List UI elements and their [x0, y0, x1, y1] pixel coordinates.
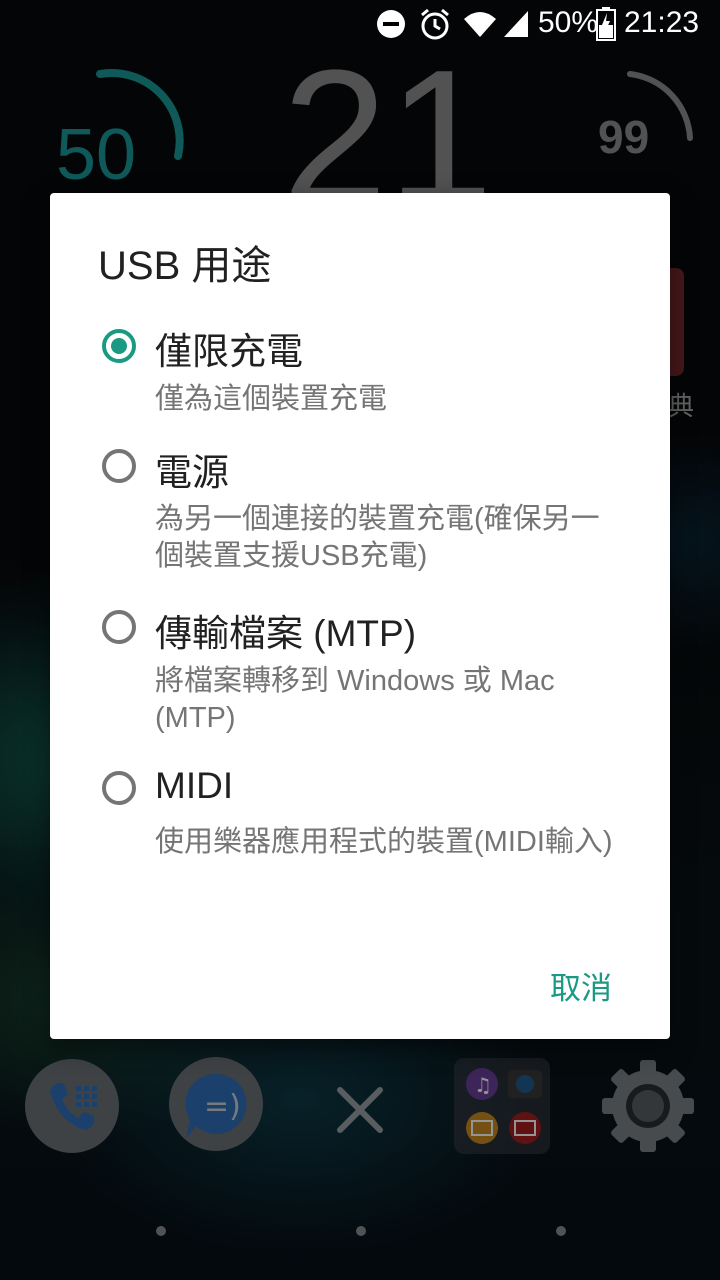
option-label: 僅限充電 — [155, 331, 303, 372]
option-midi[interactable]: MIDI 使用樂器應用程式的裝置(MIDI輸入) — [50, 765, 670, 905]
option-charge-only[interactable]: 僅限充電 僅為這個裝置充電 — [50, 313, 670, 423]
option-power-source[interactable]: 電源 為另一個連接的裝置充電(確保另一個裝置支援USB充電) — [50, 440, 670, 580]
do-not-disturb-icon — [376, 9, 406, 43]
option-description: 使用樂器應用程式的裝置(MIDI輸入) — [155, 826, 613, 858]
wifi-icon — [462, 9, 498, 43]
usb-usage-dialog: USB 用途 僅限充電 僅為這個裝置充電 電源 為另一個連接的裝置充電(確保另一… — [50, 193, 670, 1039]
option-file-transfer[interactable]: 傳輸檔案 (MTP) 將檔案轉移到 Windows 或 Mac (MTP) — [50, 603, 670, 743]
radio-button[interactable] — [102, 610, 136, 644]
option-label: 傳輸檔案 (MTP) — [155, 613, 417, 654]
alarm-icon — [418, 7, 452, 45]
option-description: 將檔案轉移到 Windows 或 Mac (MTP) — [155, 665, 555, 734]
battery-percent: 50% — [538, 6, 599, 39]
battery-icon — [596, 7, 616, 45]
radio-button-selected[interactable] — [102, 329, 136, 363]
option-description: 為另一個連接的裝置充電(確保另一個裝置支援USB充電) — [155, 503, 600, 572]
status-bar: 50% 21:23 — [0, 0, 720, 50]
status-time: 21:23 — [624, 6, 700, 39]
cell-signal-icon — [502, 9, 530, 43]
dialog-title: USB 用途 — [98, 244, 272, 288]
radio-button[interactable] — [102, 449, 136, 483]
option-label: MIDI — [155, 765, 234, 806]
radio-button[interactable] — [102, 771, 136, 805]
option-label: 電源 — [155, 452, 229, 493]
cancel-button[interactable]: 取消 — [550, 963, 612, 1008]
option-description: 僅為這個裝置充電 — [155, 383, 388, 415]
